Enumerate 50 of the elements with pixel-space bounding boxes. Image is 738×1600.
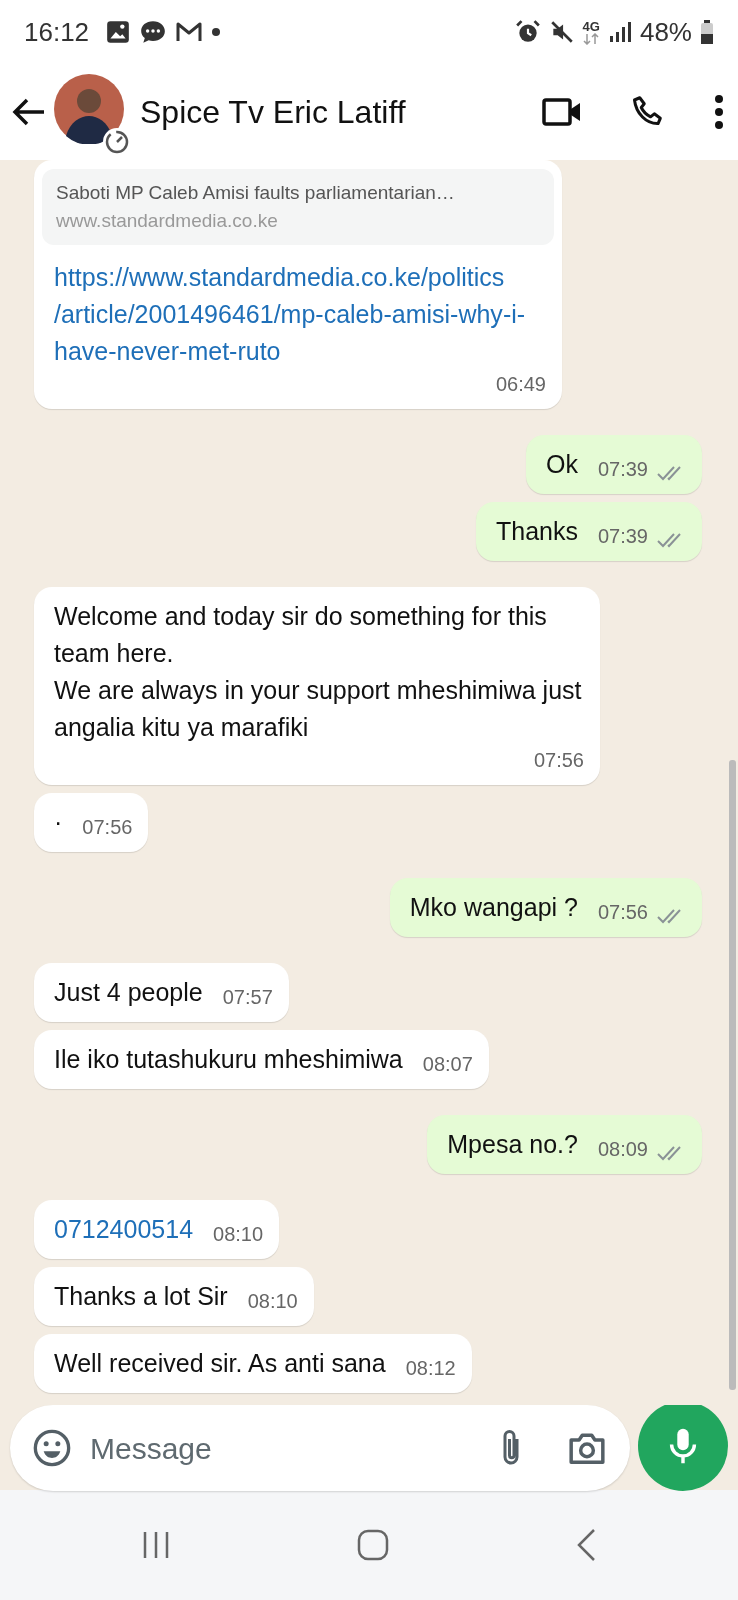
- message-text: Ok: [546, 449, 578, 480]
- home-icon[interactable]: [357, 1529, 389, 1561]
- preview-description: Saboti MP Caleb Amisi faults parliamentarian…: [56, 181, 456, 205]
- message-time: 07:39: [597, 457, 648, 482]
- message-time: 08:07: [422, 1052, 473, 1077]
- message-link[interactable]: https://www.standardmedia.co.ke/politics/article/2001496461/mp-caleb-amisi-why-i-have-never-met-ruto: [54, 259, 546, 370]
- avatar: [54, 73, 124, 144]
- message-time: 07:56: [533, 748, 584, 773]
- alarm-icon: [514, 19, 541, 45]
- message-input-field[interactable]: Message: [88, 1424, 480, 1472]
- link-preview-card[interactable]: Saboti MP Caleb Amisi faults parliamentarian… www.standardmedia.co.ke: [42, 169, 554, 245]
- data-arrows-icon: [583, 32, 600, 45]
- gallery-icon: [105, 19, 132, 45]
- nav-back-icon[interactable]: [575, 1528, 597, 1562]
- message-text: Ile iko tutashukuru mheshimiwa: [54, 1044, 403, 1075]
- network-label: 4G: [582, 19, 600, 33]
- message-time: 07:56: [82, 815, 133, 840]
- message-text: Mpesa no.?: [447, 1129, 578, 1160]
- video-call-icon[interactable]: [542, 97, 582, 127]
- message-bar[interactable]: Message: [10, 1405, 630, 1491]
- phone-number-link[interactable]: 0712400514: [54, 1211, 194, 1248]
- battery-icon: [700, 19, 714, 45]
- contact-name: Spice Tv Eric Latiff: [140, 93, 406, 132]
- message-text: Thanks a lot Sir: [54, 1281, 228, 1312]
- message-time: 07:39: [597, 524, 648, 549]
- back-arrow-icon[interactable]: [12, 97, 46, 127]
- dot-icon: [211, 27, 222, 37]
- message-text: ·: [54, 807, 63, 838]
- message-time: 07:57: [222, 985, 273, 1010]
- preview-domain: www.standardmedia.co.ke: [56, 209, 279, 233]
- message-text: Welcome and today sir do something for this team here. We are always in your support mheshimiwa just angalia kitu ya marafiki: [54, 601, 583, 743]
- chat-icon: [139, 19, 168, 45]
- message-time: 08:09: [597, 1137, 648, 1162]
- message-text: Just 4 people: [54, 977, 203, 1008]
- message-text: Mko wangapi ?: [409, 892, 578, 923]
- message-time: 08:10: [213, 1222, 264, 1247]
- message-text: Well received sir. As anti sana: [54, 1348, 386, 1379]
- recent-apps-icon[interactable]: [141, 1530, 171, 1560]
- message-text: Thanks: [495, 516, 578, 547]
- mail-icon: [175, 20, 204, 44]
- message-time: 08:10: [247, 1289, 298, 1314]
- status-ring-icon: [102, 126, 132, 157]
- more-options-icon[interactable]: [714, 94, 724, 130]
- status-time: 16:12: [24, 15, 90, 49]
- message-time: 08:12: [405, 1356, 456, 1381]
- battery-percent: 48%: [639, 15, 692, 49]
- message-time: 07:56: [597, 900, 648, 925]
- signal-icon: [607, 20, 632, 44]
- emoji-icon[interactable]: [32, 1428, 72, 1468]
- message-time: 06:49: [495, 372, 546, 397]
